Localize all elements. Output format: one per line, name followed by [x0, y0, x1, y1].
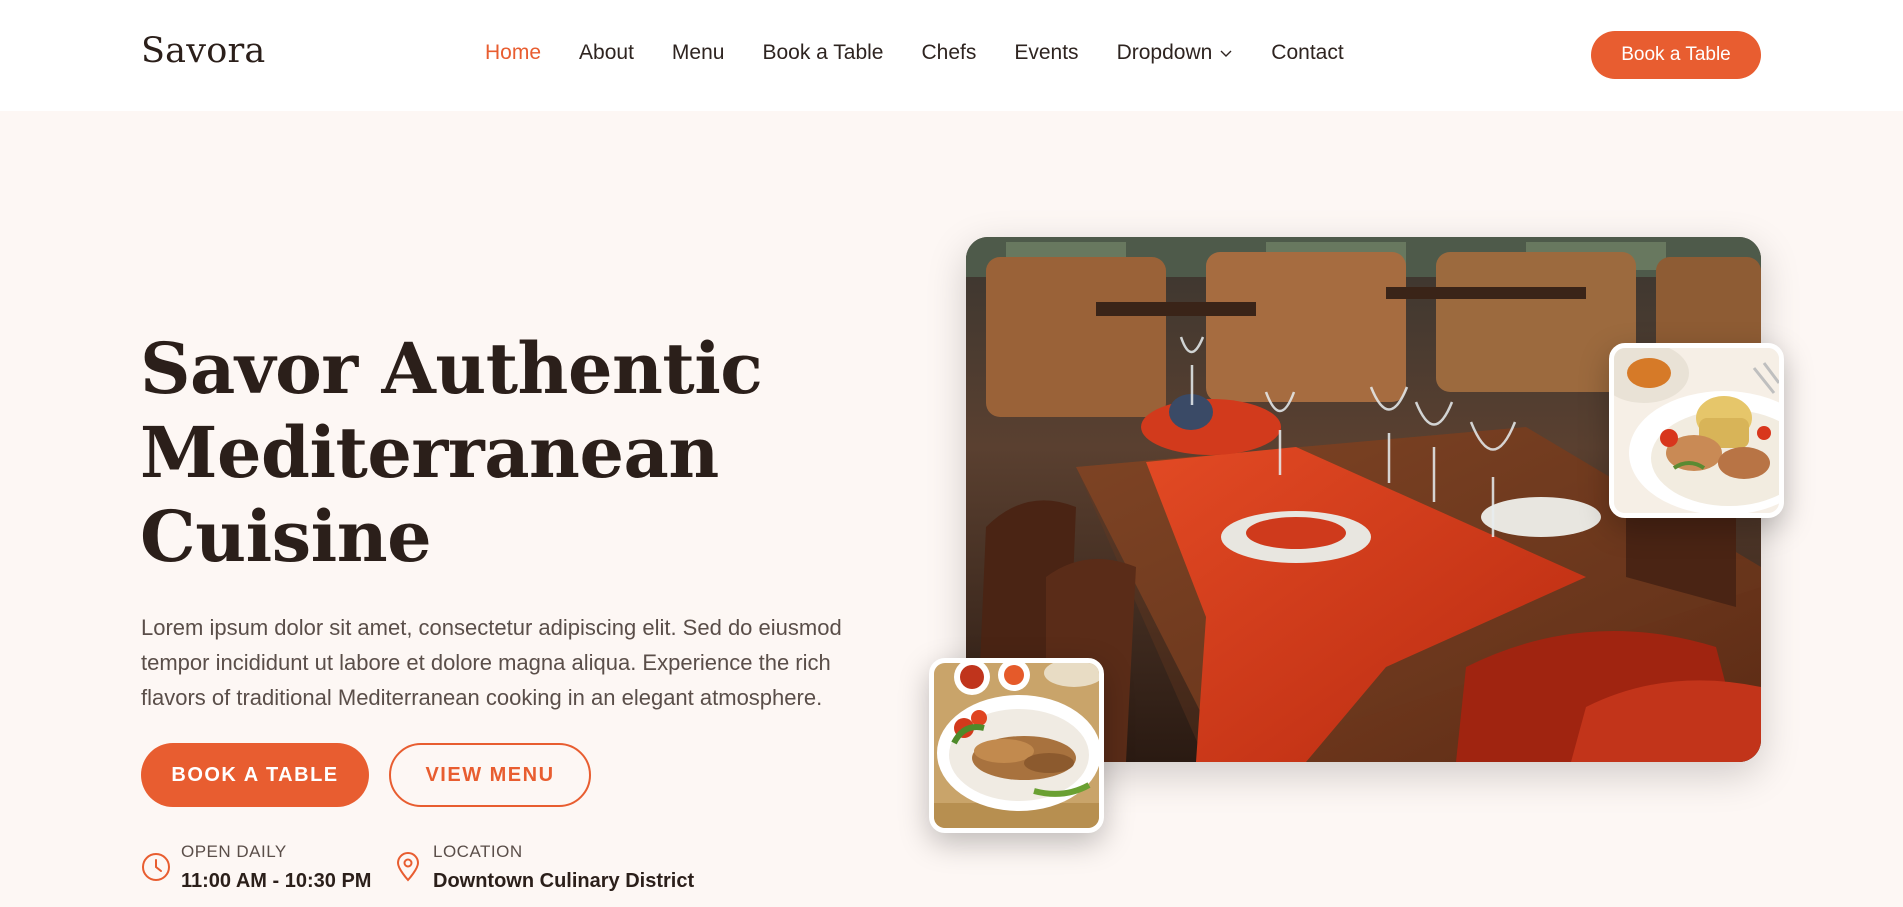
nav-item-book-a-table[interactable]: Book a Table: [762, 41, 883, 65]
hero-title: Savor Authentic Mediterranean Cuisine: [140, 327, 780, 579]
nav-item-menu[interactable]: Menu: [672, 41, 725, 65]
hero-title-line-2: Mediterranean: [140, 411, 719, 494]
nav-item-chefs[interactable]: Chefs: [922, 41, 977, 65]
nav-item-about[interactable]: About: [579, 41, 634, 65]
hero-description: Lorem ipsum dolor sit amet, consectetur …: [141, 615, 842, 710]
nav-item-dropdown-label: Dropdown: [1116, 41, 1213, 64]
header-book-table-button[interactable]: Book a Table: [1591, 31, 1761, 79]
hero-title-line-3: Cuisine: [140, 495, 432, 578]
main-nav: Home About Menu Book a Table Chefs Event…: [485, 41, 1382, 65]
location-info: LOCATION Downtown Culinary District: [393, 842, 694, 893]
nav-item-dropdown[interactable]: Dropdown: [1117, 41, 1234, 65]
hours-label: OPEN DAILY: [181, 842, 287, 861]
book-table-button[interactable]: BOOK A TABLE: [141, 743, 369, 807]
location-value: Downtown Culinary District: [433, 870, 695, 892]
clock-icon: [142, 853, 170, 881]
site-header: Savora Home About Menu Book a Table Chef…: [0, 0, 1903, 111]
map-pin-icon: [396, 852, 420, 882]
hero-title-line-1: Savor Authentic: [140, 327, 763, 410]
food-dish-image-top: [1609, 343, 1784, 518]
hours-value: 11:00 AM - 10:30 PM: [181, 870, 372, 892]
nav-item-events[interactable]: Events: [1014, 41, 1078, 65]
nav-item-home[interactable]: Home: [485, 41, 541, 65]
site-logo[interactable]: Savora: [141, 31, 266, 71]
nav-item-contact[interactable]: Contact: [1271, 41, 1343, 65]
hours-info: OPEN DAILY 11:00 AM - 10:30 PM: [141, 842, 371, 893]
chevron-down-icon: [1220, 50, 1232, 57]
food-dish-image-bottom: [929, 658, 1104, 833]
location-label: LOCATION: [433, 842, 523, 861]
view-menu-button[interactable]: VIEW MENU: [389, 743, 591, 807]
